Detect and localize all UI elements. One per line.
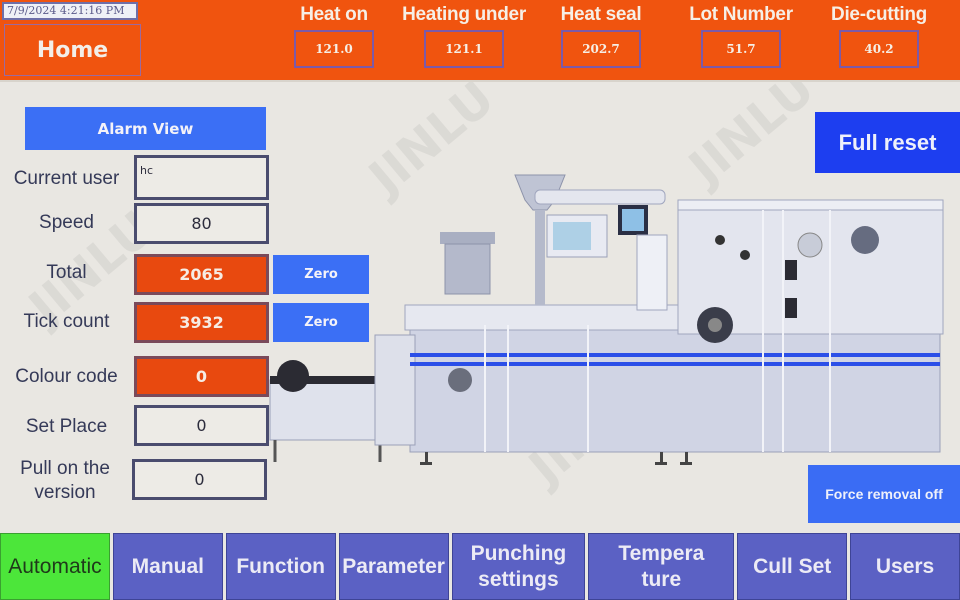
- bottom-navigation: Automatic Manual Function Parameter Punc…: [0, 533, 960, 600]
- tick-count-value: 3932: [134, 302, 269, 343]
- total-label: Total: [46, 262, 87, 283]
- reading-label: Heat seal: [560, 4, 642, 25]
- reading-value[interactable]: 202.7: [561, 30, 641, 68]
- set-place-field[interactable]: 0: [134, 405, 269, 446]
- nav-punching-settings[interactable]: Punching settings: [451, 533, 586, 600]
- pull-on-version-field[interactable]: 0: [132, 459, 267, 500]
- speed-label: Speed: [39, 212, 94, 233]
- force-removal-off-button[interactable]: Force removal off: [808, 465, 960, 523]
- machine-feet: [420, 452, 692, 465]
- reading-die-cutting: Die-cutting 40.2: [823, 4, 935, 68]
- reading-label: Heat on: [300, 4, 368, 25]
- reading-heating-under: Heating under 121.1: [393, 4, 535, 68]
- colour-code-label: Colour code: [15, 366, 118, 387]
- reading-label: Lot Number: [689, 4, 793, 25]
- reading-heat-on: Heat on 121.0: [290, 4, 378, 68]
- reading-value[interactable]: 51.7: [701, 30, 781, 68]
- total-value: 2065: [134, 254, 269, 295]
- reading-label: Heating under: [402, 4, 526, 25]
- guide-bar: [410, 353, 940, 357]
- header-bar: 7/9/2024 4:21:16 PM Home Heat on 121.0 H…: [0, 0, 960, 82]
- pull-on-version-label: Pull on the version: [20, 458, 110, 503]
- nav-function[interactable]: Function: [225, 533, 336, 600]
- full-reset-button[interactable]: Full reset: [815, 112, 960, 173]
- control-screens: [546, 205, 668, 311]
- reading-value[interactable]: 121.0: [294, 30, 374, 68]
- alarm-view-button[interactable]: Alarm View: [25, 107, 266, 150]
- nav-parameter[interactable]: Parameter: [338, 533, 449, 600]
- reading-label: Die-cutting: [831, 4, 927, 25]
- reading-lot-number: Lot Number 51.7: [682, 4, 800, 68]
- current-user-field[interactable]: hc: [134, 155, 269, 200]
- current-user-label: Current user: [13, 168, 120, 189]
- colour-code-value: 0: [134, 356, 269, 397]
- guide-bar: [410, 362, 940, 366]
- tick-count-label: Tick count: [23, 311, 110, 332]
- infeed-conveyor: [269, 360, 386, 462]
- nav-users[interactable]: Users: [850, 533, 960, 600]
- home-button[interactable]: Home: [4, 24, 141, 76]
- speed-field[interactable]: 80: [134, 203, 269, 244]
- blister-machine-illustration: [269, 174, 944, 465]
- nav-cull-set[interactable]: Cull Set: [737, 533, 848, 600]
- datetime-display: 7/9/2024 4:21:16 PM: [2, 2, 138, 20]
- nav-automatic[interactable]: Automatic: [0, 533, 110, 600]
- nav-manual[interactable]: Manual: [112, 533, 223, 600]
- reading-heat-seal: Heat seal 202.7: [553, 4, 649, 68]
- reading-value[interactable]: 40.2: [839, 30, 919, 68]
- set-place-label: Set Place: [25, 416, 108, 437]
- reading-value[interactable]: 121.1: [424, 30, 504, 68]
- nav-temperature[interactable]: Tempera ture: [588, 533, 735, 600]
